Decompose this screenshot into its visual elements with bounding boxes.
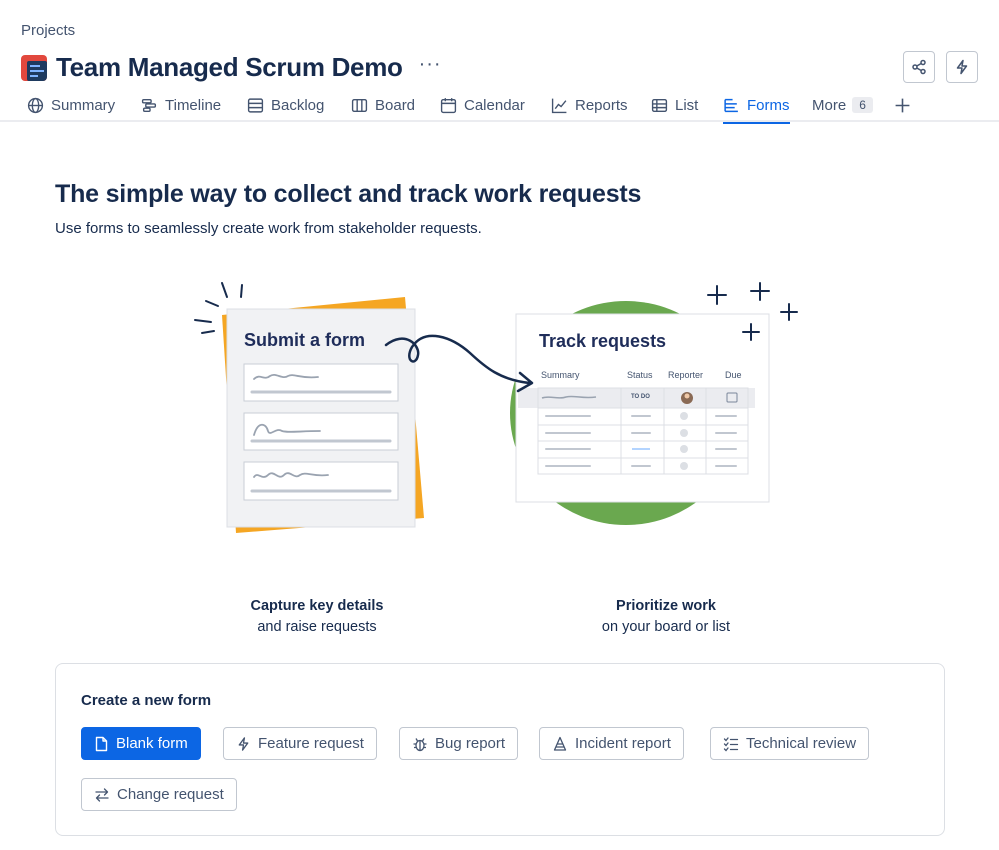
button-label: Change request	[117, 786, 224, 803]
calendar-icon	[440, 97, 457, 113]
tab-list[interactable]: List	[651, 88, 698, 122]
status-chip: TO DO	[631, 394, 650, 400]
tab-timeline[interactable]: Timeline	[141, 88, 221, 122]
caption-title: Prioritize work	[616, 598, 716, 614]
page-icon	[95, 736, 108, 751]
chart-icon	[551, 98, 567, 113]
tab-summary[interactable]: Summary	[27, 88, 115, 122]
swap-arrows-icon	[95, 787, 109, 802]
tab-label: List	[675, 96, 699, 114]
automation-button[interactable]	[946, 51, 978, 83]
caption-text: and raise requests	[257, 619, 377, 635]
caption-text: on your board or list	[601, 619, 731, 635]
tab-label: Summary	[51, 96, 116, 114]
bug-report-button[interactable]: Bug report	[399, 727, 519, 760]
change-request-button[interactable]: Change request	[81, 778, 237, 811]
bug-icon	[413, 737, 427, 751]
tab-board[interactable]: Board	[351, 88, 415, 122]
tab-backlog[interactable]: Backlog	[247, 88, 324, 122]
button-label: Technical review	[746, 735, 857, 752]
table-header-status: Status	[627, 370, 653, 380]
add-tab-button[interactable]	[894, 88, 918, 122]
blank-form-button[interactable]: Blank form	[81, 727, 201, 760]
tab-label: Backlog	[271, 96, 325, 114]
technical-review-button[interactable]: Technical review	[710, 727, 870, 760]
illustration-artwork	[194, 282, 798, 533]
tab-label: Calendar	[464, 96, 525, 114]
tab-label: Forms	[747, 96, 790, 114]
track-card-title: Track requests	[539, 331, 667, 351]
timeline-icon	[141, 98, 157, 112]
tab-label: More	[812, 96, 847, 114]
forms-icon	[724, 98, 738, 112]
checklist-icon	[723, 736, 739, 751]
page-title: Team Managed Scrum Demo	[56, 52, 403, 82]
hero-subtitle: Use forms to seamlessly create work from…	[55, 220, 482, 237]
project-tabs: Summary Timeline Backlog Board Calendar …	[0, 88, 999, 124]
share-button[interactable]	[903, 51, 935, 83]
incident-report-button[interactable]: Incident report	[539, 727, 684, 760]
tab-calendar[interactable]: Calendar	[440, 88, 525, 122]
button-label: Feature request	[258, 735, 364, 752]
backlog-icon	[247, 97, 264, 113]
tab-label: Timeline	[165, 96, 222, 114]
project-board-icon	[21, 54, 47, 81]
table-header-reporter: Reporter	[668, 370, 704, 380]
tab-reports[interactable]: Reports	[551, 88, 628, 122]
table-header-summary: Summary	[541, 370, 580, 380]
form-card-title: Submit a form	[244, 330, 366, 350]
caption-capture: Capture key details and raise requests	[217, 596, 417, 638]
breadcrumb[interactable]: Projects	[21, 22, 75, 39]
globe-icon	[27, 97, 44, 113]
board-icon	[351, 98, 368, 112]
tab-label: Board	[375, 96, 416, 114]
plus-icon	[895, 98, 910, 112]
button-label: Blank form	[116, 735, 188, 752]
lightning-icon	[956, 59, 968, 75]
forms-illustration: Submit a form Track requests Summary Sta…	[190, 275, 810, 545]
feature-request-button[interactable]: Feature request	[223, 727, 377, 760]
more-actions-button[interactable]: ···	[419, 54, 442, 82]
more-count-badge: 6	[852, 97, 873, 113]
table-header-due: Due	[725, 370, 742, 380]
tab-label: Reports	[575, 96, 628, 114]
tab-forms[interactable]: Forms	[723, 88, 790, 124]
create-form-title: Create a new form	[81, 692, 212, 709]
project-title-row: Team Managed Scrum Demo ···	[21, 52, 442, 83]
button-label: Bug report	[435, 735, 506, 752]
share-icon	[912, 59, 926, 75]
lightning-icon	[238, 736, 249, 751]
hero-title: The simple way to collect and track work…	[55, 180, 642, 208]
warning-cone-icon	[553, 736, 567, 751]
list-icon	[651, 98, 668, 112]
button-label: Incident report	[575, 735, 671, 752]
caption-title: Capture key details	[250, 598, 384, 614]
caption-prioritize: Prioritize work on your board or list	[566, 596, 766, 638]
tab-more[interactable]: More 6	[812, 88, 873, 122]
create-form-panel: Create a new form Blank form Feature req…	[55, 663, 945, 836]
